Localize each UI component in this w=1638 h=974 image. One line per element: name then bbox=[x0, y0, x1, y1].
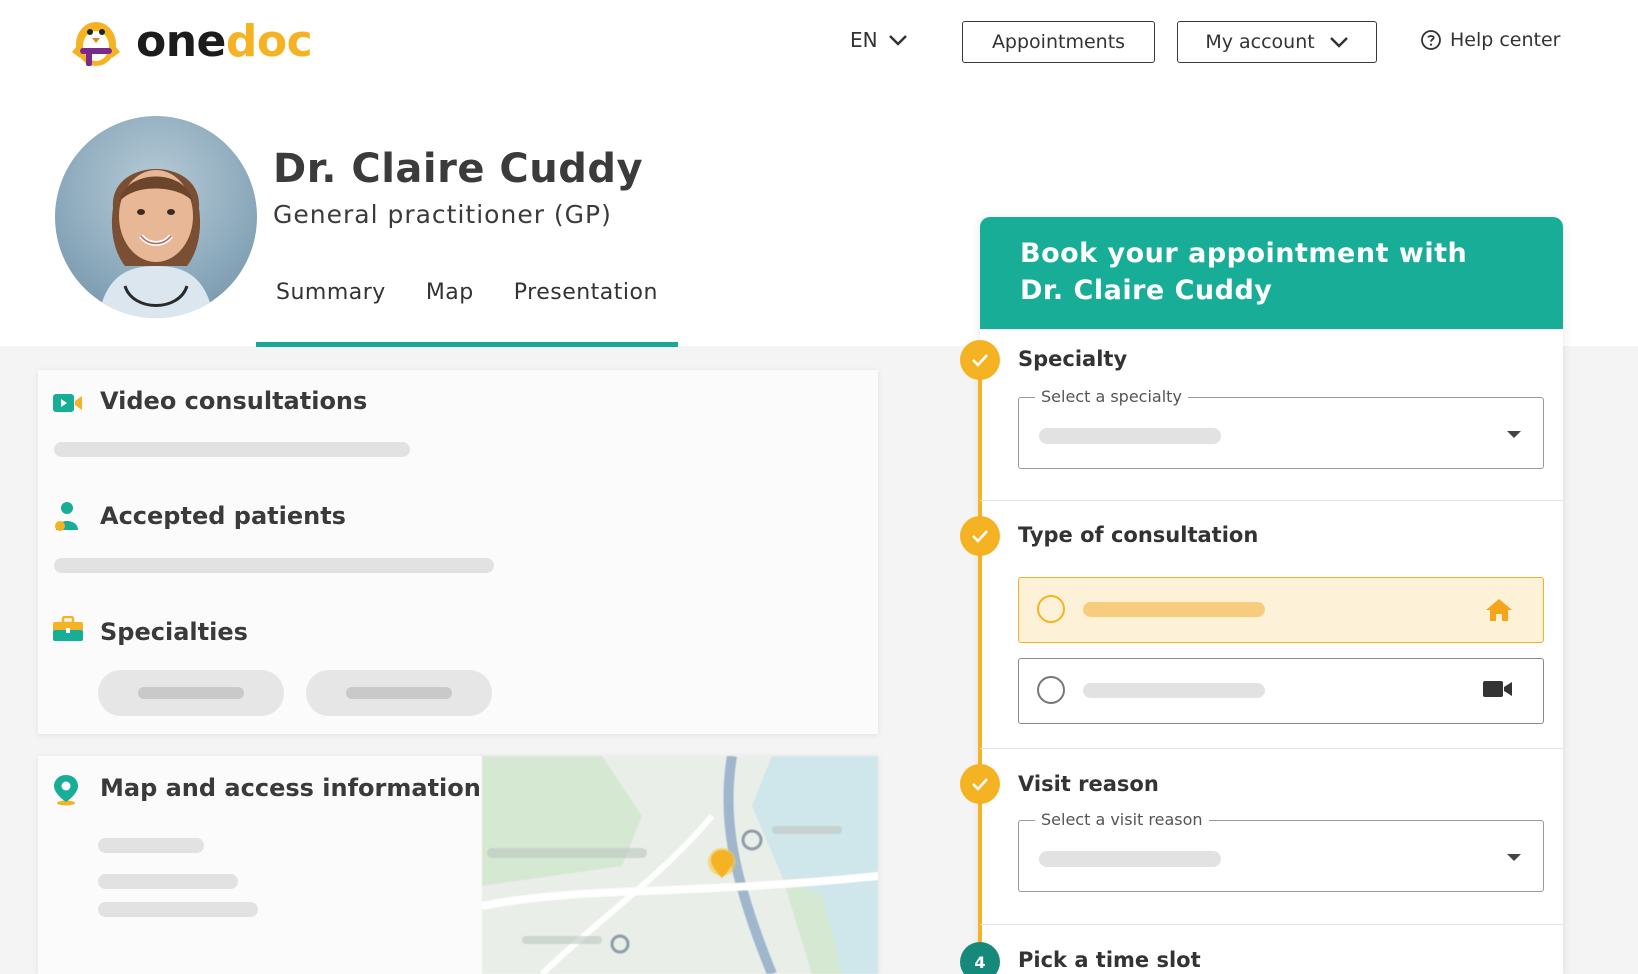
specialty-chip-placeholder bbox=[346, 687, 452, 699]
booking-header: Book your appointment with Dr. Claire Cu… bbox=[980, 217, 1563, 329]
help-center-label: Help center bbox=[1450, 29, 1561, 51]
chevron-down-icon bbox=[1329, 37, 1348, 48]
checkmark-icon bbox=[972, 778, 988, 791]
top-navigation: onedoc EN Appointments My account Help c… bbox=[0, 0, 1638, 90]
tab-summary[interactable]: Summary bbox=[256, 280, 406, 305]
location-map[interactable] bbox=[482, 756, 878, 974]
map-tiles bbox=[482, 756, 878, 974]
step-divider bbox=[980, 924, 1563, 925]
radio-button[interactable] bbox=[1037, 676, 1065, 704]
onedoc-logo[interactable]: onedoc bbox=[66, 12, 313, 70]
map-access-title: Map and access information bbox=[100, 774, 481, 802]
visit-reason-select-value-placeholder bbox=[1039, 851, 1221, 867]
video-camera-icon bbox=[1483, 681, 1512, 697]
booking-steps-timeline bbox=[978, 362, 982, 974]
address-placeholder bbox=[98, 902, 258, 917]
profile-tabs: Summary Map Presentation bbox=[256, 280, 678, 305]
video-consultations-title: Video consultations bbox=[100, 387, 368, 415]
my-account-button[interactable]: My account bbox=[1177, 21, 1377, 63]
specialty-chip bbox=[306, 670, 492, 716]
specialty-select-label: Select a specialty bbox=[1035, 387, 1188, 406]
step-specialty-title: Specialty bbox=[1018, 347, 1128, 371]
caret-down-icon bbox=[1507, 431, 1521, 438]
location-pin-icon bbox=[54, 775, 78, 806]
video-consultation-option[interactable] bbox=[1018, 658, 1544, 724]
penguin-mascot-icon bbox=[72, 22, 120, 66]
step-complete-badge bbox=[960, 764, 1000, 804]
video-camera-icon bbox=[53, 394, 82, 412]
doctor-specialty: General practitioner (GP) bbox=[273, 200, 612, 229]
tab-map[interactable]: Map bbox=[406, 280, 494, 305]
radio-button[interactable] bbox=[1037, 595, 1065, 623]
appointments-button[interactable]: Appointments bbox=[962, 21, 1155, 63]
specialties-title: Specialties bbox=[100, 618, 248, 646]
specialty-chip-placeholder bbox=[138, 687, 244, 699]
specialty-select-value-placeholder bbox=[1039, 428, 1221, 444]
accepted-patients-placeholder bbox=[54, 558, 494, 573]
step-divider bbox=[980, 748, 1563, 749]
specialty-select[interactable]: Select a specialty bbox=[1018, 387, 1544, 469]
in-person-consultation-option[interactable] bbox=[1018, 577, 1544, 643]
checkmark-icon bbox=[972, 354, 988, 367]
booking-title: Book your appointment with Dr. Claire Cu… bbox=[1020, 238, 1468, 306]
doctor-portrait-icon bbox=[98, 169, 214, 318]
address-placeholder bbox=[98, 838, 204, 853]
doctor-name: Dr. Claire Cuddy bbox=[273, 146, 644, 192]
logo-text-doc: doc bbox=[225, 15, 313, 67]
question-circle-icon bbox=[1421, 30, 1441, 50]
option-label-placeholder bbox=[1083, 602, 1265, 617]
chevron-down-icon bbox=[888, 35, 907, 46]
tab-presentation[interactable]: Presentation bbox=[494, 280, 678, 305]
step-complete-badge bbox=[960, 340, 1000, 380]
help-center-link[interactable]: Help center bbox=[1420, 29, 1560, 51]
step-divider bbox=[980, 500, 1563, 501]
briefcase-icon bbox=[53, 616, 83, 641]
doctor-avatar bbox=[55, 116, 257, 318]
my-account-label: My account bbox=[1205, 31, 1315, 53]
step-number-badge: 4 bbox=[960, 942, 1000, 974]
address-placeholder bbox=[98, 874, 238, 889]
option-label-placeholder bbox=[1083, 683, 1265, 698]
step-consultation-type-title: Type of consultation bbox=[1018, 523, 1259, 547]
logo-wordmark: onedoc bbox=[136, 15, 313, 67]
step-time-slot-title: Pick a time slot bbox=[1018, 948, 1201, 972]
caret-down-icon bbox=[1507, 854, 1521, 861]
person-icon bbox=[55, 502, 78, 531]
visit-reason-select[interactable]: Select a visit reason bbox=[1018, 810, 1544, 892]
active-tab-indicator bbox=[256, 342, 678, 347]
summary-card: Video consultations Accepted patients Sp… bbox=[38, 370, 878, 734]
appointments-label: Appointments bbox=[991, 31, 1126, 53]
step-visit-reason-title: Visit reason bbox=[1018, 772, 1159, 796]
step-complete-badge bbox=[960, 516, 1000, 556]
logo-text-one: one bbox=[136, 15, 226, 67]
home-icon bbox=[1486, 599, 1512, 621]
checkmark-icon bbox=[972, 530, 988, 543]
language-label: EN bbox=[850, 28, 878, 52]
accepted-patients-title: Accepted patients bbox=[100, 502, 346, 530]
specialty-chip bbox=[98, 670, 284, 716]
language-selector[interactable]: EN bbox=[850, 28, 908, 52]
visit-reason-select-label: Select a visit reason bbox=[1035, 810, 1209, 829]
video-consultations-placeholder bbox=[54, 442, 410, 457]
